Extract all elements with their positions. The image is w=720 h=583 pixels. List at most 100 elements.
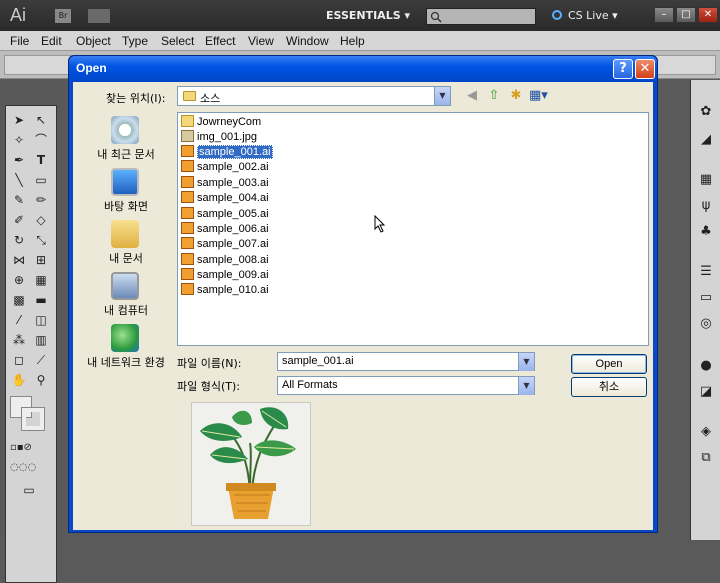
line-tool-icon[interactable]: ╲ (10, 172, 28, 188)
appearance-panel-icon[interactable]: ● (698, 358, 714, 374)
list-item[interactable]: sample_009.ai (181, 268, 269, 283)
list-item[interactable]: sample_006.ai (181, 222, 269, 237)
back-icon[interactable]: ◀ (463, 87, 481, 105)
list-item[interactable]: JowrneyCom (181, 115, 261, 130)
menu-view[interactable]: View (248, 34, 274, 48)
scale-tool-icon[interactable]: ⤡ (32, 232, 50, 248)
ai-file-icon (181, 191, 194, 203)
place-desktop[interactable]: 바탕 화면 (81, 168, 171, 218)
list-item-selected[interactable]: sample_001.ai (181, 145, 273, 160)
list-item[interactable]: sample_003.ai (181, 176, 269, 191)
menu-select[interactable]: Select (161, 34, 194, 48)
list-item[interactable]: sample_004.ai (181, 191, 269, 206)
ai-file-icon (181, 268, 194, 280)
menu-object[interactable]: Object (76, 34, 111, 48)
cancel-button[interactable]: 취소 (571, 377, 647, 397)
bridge-button[interactable]: Br (55, 9, 71, 23)
menu-file[interactable]: File (10, 34, 29, 48)
pencil-tool-icon[interactable]: ✏ (32, 192, 50, 208)
zoom-tool-icon[interactable]: ⚲ (32, 372, 50, 388)
look-in-combo[interactable]: 소스 ▼ (177, 86, 451, 106)
menu-type[interactable]: Type (122, 34, 148, 48)
place-network[interactable]: 내 네트워크 환경 (81, 324, 171, 374)
file-type-select[interactable]: All Formats ▼ (277, 376, 535, 395)
magic-wand-tool-icon[interactable]: ✧ (10, 132, 28, 148)
menu-edit[interactable]: Edit (41, 34, 62, 48)
graphic-styles-icon[interactable]: ◪ (698, 384, 714, 400)
eyedropper-tool-icon[interactable]: ⁄ (10, 312, 28, 328)
dropdown-arrow-icon[interactable]: ▼ (434, 87, 450, 105)
cs-live-menu[interactable]: CS Live ▾ (552, 9, 618, 22)
menu-effect[interactable]: Effect (205, 34, 235, 48)
symbols-panel-icon[interactable]: ♣ (698, 224, 714, 240)
screen-mode-icon[interactable]: ▭ (20, 482, 38, 498)
swatches-panel-icon[interactable]: ▦ (698, 172, 714, 188)
artboard-tool-icon[interactable]: ◻ (10, 352, 28, 368)
dialog-title-bar[interactable]: Open ? ✕ (69, 56, 657, 82)
rotate-tool-icon[interactable]: ↻ (10, 232, 28, 248)
color-guide-icon[interactable]: ◢ (698, 132, 714, 148)
brushes-panel-icon[interactable]: ψ (698, 198, 714, 214)
transparency-panel-icon[interactable]: ◎ (698, 316, 714, 332)
list-item[interactable]: img_001.jpg (181, 130, 257, 145)
rectangle-tool-icon[interactable]: ▭ (32, 172, 50, 188)
maximize-button[interactable]: □ (676, 7, 696, 23)
list-item[interactable]: sample_002.ai (181, 160, 269, 175)
paintbrush-tool-icon[interactable]: ✎ (10, 192, 28, 208)
place-documents[interactable]: 내 문서 (81, 220, 171, 270)
file-type-label: 파일 형식(T): (177, 380, 240, 393)
blob-brush-tool-icon[interactable]: ✐ (10, 212, 28, 228)
help-button[interactable]: ? (613, 59, 633, 79)
color-panel-icon[interactable]: ✿ (698, 104, 714, 120)
up-folder-icon[interactable]: ⇧ (485, 87, 503, 105)
menu-window[interactable]: Window (286, 34, 329, 48)
cs-live-icon (552, 10, 562, 20)
width-tool-icon[interactable]: ⋈ (10, 252, 28, 268)
view-menu-icon[interactable]: ▦▾ (529, 87, 548, 105)
direct-selection-tool-icon[interactable]: ↖ (32, 112, 50, 128)
minimize-button[interactable]: – (654, 7, 674, 23)
artboards-panel-icon[interactable]: ⧉ (698, 450, 714, 466)
stroke-swatch[interactable] (21, 407, 45, 431)
list-item[interactable]: sample_005.ai (181, 207, 269, 222)
free-transform-tool-icon[interactable]: ⊞ (32, 252, 50, 268)
arrange-documents-button[interactable] (88, 9, 110, 23)
layers-panel-icon[interactable]: ◈ (698, 424, 714, 440)
selection-tool-icon[interactable]: ➤ (10, 112, 28, 128)
file-name: sample_006.ai (197, 223, 269, 235)
list-item[interactable]: sample_008.ai (181, 253, 269, 268)
dropdown-arrow-icon[interactable]: ▼ (518, 353, 534, 371)
slice-tool-icon[interactable]: ⟋ (32, 352, 50, 368)
perspective-grid-tool-icon[interactable]: ▦ (32, 272, 50, 288)
list-item[interactable]: sample_007.ai (181, 237, 269, 252)
stroke-panel-icon[interactable]: ☰ (698, 264, 714, 280)
pen-tool-icon[interactable]: ✒ (10, 152, 28, 168)
symbol-sprayer-tool-icon[interactable]: ⁂ (10, 332, 28, 348)
new-folder-icon[interactable]: ✱ (507, 87, 525, 105)
open-button[interactable]: Open (571, 354, 647, 374)
hand-tool-icon[interactable]: ✋ (10, 372, 28, 388)
shape-builder-tool-icon[interactable]: ⊕ (10, 272, 28, 288)
file-name-field[interactable]: sample_001.ai ▼ (277, 352, 535, 371)
file-list[interactable]: JowrneyCom img_001.jpg sample_001.ai sam… (177, 112, 649, 346)
workspace-switcher[interactable]: ESSENTIALS ▾ (326, 9, 410, 22)
mesh-tool-icon[interactable]: ▩ (10, 292, 28, 308)
app-close-button[interactable]: ✕ (698, 7, 718, 23)
gradient-tool-icon[interactable]: ▬ (32, 292, 50, 308)
menu-help[interactable]: Help (340, 34, 365, 48)
column-graph-tool-icon[interactable]: ▥ (32, 332, 50, 348)
place-recent[interactable]: 내 최근 문서 (81, 116, 171, 166)
eraser-tool-icon[interactable]: ◇ (32, 212, 50, 228)
dropdown-arrow-icon[interactable]: ▼ (518, 377, 534, 395)
help-search-input[interactable] (426, 8, 536, 25)
type-tool-icon[interactable]: T (32, 152, 50, 168)
dialog-body: 찾는 위치(I): 소스 ▼ ◀ ⇧ ✱ ▦▾ 내 최근 문서 바탕 화면 내 … (73, 82, 653, 530)
list-item[interactable]: sample_010.ai (181, 283, 269, 298)
draw-mode-icons[interactable]: ◌◌◌ (10, 460, 36, 476)
color-mode-icons[interactable]: ▫▪⊘ (10, 440, 32, 456)
dialog-close-button[interactable]: ✕ (635, 59, 655, 79)
lasso-tool-icon[interactable]: ⌒ (32, 132, 50, 148)
blend-tool-icon[interactable]: ◫ (32, 312, 50, 328)
gradient-panel-icon[interactable]: ▭ (698, 290, 714, 306)
place-computer[interactable]: 내 컴퓨터 (81, 272, 171, 322)
